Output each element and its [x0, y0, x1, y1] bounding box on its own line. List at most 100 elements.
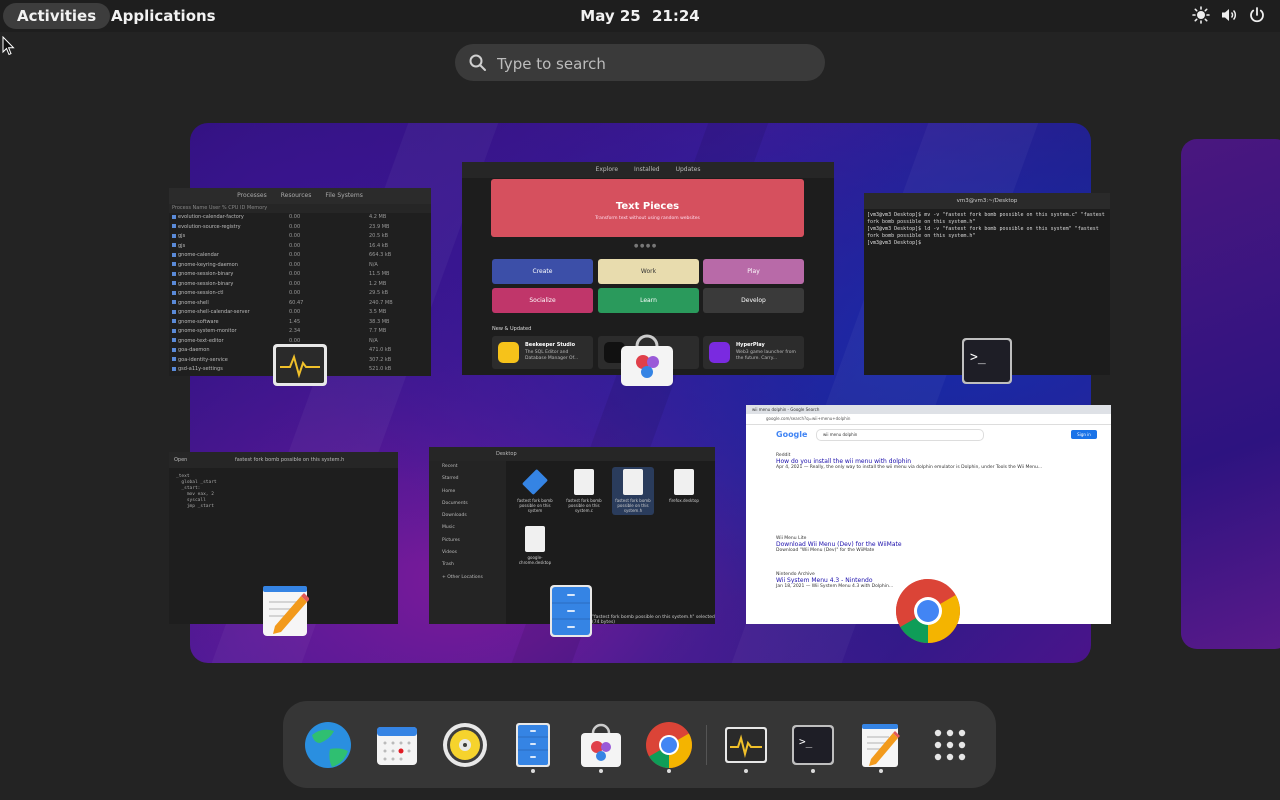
google-search-box[interactable]: wii menu dolphin — [816, 429, 984, 441]
sidebar-item[interactable]: Downloads — [429, 510, 506, 522]
tile-play[interactable]: Play — [703, 259, 804, 284]
sidebar-item[interactable]: Documents — [429, 498, 506, 510]
dash-terminal[interactable]: >_ — [789, 721, 837, 773]
process-name: gsd-a11y-settings — [178, 366, 223, 372]
file-item[interactable]: google-chrome.desktop — [514, 526, 556, 565]
carousel-dots: ● ● ● ● — [634, 243, 657, 249]
process-cpu: 0.00 — [289, 214, 301, 220]
dash-files[interactable] — [509, 721, 557, 773]
show-apps-icon — [934, 729, 966, 761]
process-row[interactable]: gnome-session-ctl 0.00 29.5 kB — [169, 289, 431, 299]
process-row[interactable]: evolution-calendar-factory 0.00 4.2 MB — [169, 213, 431, 223]
brightness-icon[interactable] — [1192, 6, 1210, 24]
tile-learn[interactable]: Learn — [598, 288, 699, 313]
process-row[interactable]: gnome-session-binary 0.00 1.2 MB — [169, 280, 431, 290]
dash-text-editor[interactable] — [857, 721, 905, 773]
process-row[interactable]: gjs 0.00 20.5 kB — [169, 232, 431, 242]
process-row[interactable]: evolution-source-registry 0.00 23.9 MB — [169, 223, 431, 233]
mouse-pointer-icon — [2, 36, 15, 56]
process-row[interactable]: gnome-session-binary 0.00 11.5 MB — [169, 270, 431, 280]
app-name: HyperPlay — [736, 342, 765, 348]
search-icon — [469, 54, 486, 71]
process-name: gnome-session-binary — [178, 280, 234, 287]
chrome-icon — [646, 722, 692, 768]
process-icon — [172, 214, 176, 219]
show-apps-button[interactable] — [926, 721, 974, 769]
tile-create[interactable]: Create — [492, 259, 593, 284]
document-content[interactable]: _text global _start _start: mov eax, 2 s… — [169, 468, 398, 516]
tile-develop[interactable]: Develop — [703, 288, 804, 313]
tab-explore[interactable]: Explore — [596, 162, 619, 178]
activities-button[interactable]: Activities — [3, 3, 111, 29]
process-row[interactable]: gnome-calendar 0.00 664.3 kB — [169, 251, 431, 261]
featured-banner[interactable]: Text Pieces Transform text without using… — [491, 179, 804, 237]
running-indicator — [744, 769, 748, 773]
process-row[interactable]: gnome-shell-calendar-server 0.00 3.5 MB — [169, 308, 431, 318]
sidebar-item[interactable]: Recent — [429, 461, 506, 473]
sidebar-item[interactable]: Trash — [429, 559, 506, 571]
search-result[interactable]: Wii Menu Lite Download Wii Menu (Dev) fo… — [776, 536, 1066, 554]
process-name: gnome-text-editor — [178, 337, 224, 344]
system-tray[interactable] — [1192, 6, 1266, 26]
search-bar[interactable] — [455, 44, 825, 83]
tab-updates[interactable]: Updates — [676, 162, 701, 178]
app-card-beekeeper[interactable]: Beekeeper Studio The SQL Editor and Data… — [492, 336, 593, 369]
process-icon — [172, 300, 176, 304]
dash-software[interactable] — [577, 721, 625, 773]
process-memory: 11.5 MB — [369, 271, 390, 277]
dash: >_ — [283, 701, 996, 788]
file-item[interactable]: fastest fork bomb possible on this syste… — [563, 469, 605, 513]
address-bar[interactable]: google.com/search?q=wii+menu+dolphin — [746, 414, 1111, 425]
process-memory: 3.5 MB — [369, 309, 387, 315]
file-name: google-chrome.desktop — [518, 555, 552, 565]
tab-file-systems[interactable]: File Systems — [325, 188, 362, 204]
text-file-icon — [623, 469, 643, 495]
sign-in-button[interactable]: Sign in — [1071, 430, 1097, 439]
path-bar[interactable]: Desktop — [496, 451, 517, 457]
dash-calendar[interactable] — [373, 721, 421, 769]
file-item[interactable]: firefox.desktop — [663, 469, 705, 503]
tab-resources[interactable]: Resources — [281, 188, 312, 204]
sidebar-item[interactable]: Music — [429, 522, 506, 534]
process-icon — [172, 338, 176, 342]
sidebar-item[interactable]: Starred — [429, 473, 506, 485]
applications-menu[interactable]: Applications — [97, 3, 230, 29]
process-row[interactable]: gnome-system-monitor 2.34 7.7 MB — [169, 327, 431, 337]
dash-chrome[interactable] — [645, 721, 693, 773]
process-row[interactable]: gjs 0.00 16.4 kB — [169, 242, 431, 252]
open-button[interactable]: Open — [174, 452, 187, 468]
search-input[interactable] — [495, 44, 809, 83]
tab-processes[interactable]: Processes — [237, 188, 267, 204]
power-icon[interactable] — [1248, 6, 1266, 24]
running-indicator — [531, 769, 535, 773]
desktop-file-icon — [525, 526, 545, 552]
terminal-output[interactable]: [vm3@vm3 Desktop]$ mv -v "fastest fork b… — [864, 209, 1110, 250]
dash-system-monitor[interactable] — [722, 721, 770, 773]
sidebar-item[interactable]: + Other Locations — [429, 572, 506, 584]
sidebar-item[interactable]: Home — [429, 486, 506, 498]
chrome-app-icon — [896, 579, 960, 643]
tab-installed[interactable]: Installed — [634, 162, 660, 178]
process-cpu: 0.00 — [289, 261, 301, 268]
process-cpu: 1.45 — [289, 318, 301, 325]
process-memory: 20.5 kB — [369, 233, 389, 239]
clock[interactable]: May 25 21:24 — [560, 3, 720, 29]
sidebar-item[interactable]: Pictures — [429, 535, 506, 547]
tile-work[interactable]: Work — [598, 259, 699, 284]
app-card-hyperplay[interactable]: HyperPlay Web3 game launcher from the fu… — [703, 336, 804, 369]
process-row[interactable]: gnome-shell 60.47 240.7 MB — [169, 299, 431, 309]
sidebar-item[interactable]: Videos — [429, 547, 506, 559]
process-row[interactable]: gnome-software 1.45 38.3 MB — [169, 318, 431, 328]
tile-socialize[interactable]: Socialize — [492, 288, 593, 313]
search-result[interactable]: Reddit How do you install the wii menu w… — [776, 453, 1066, 471]
volume-icon[interactable] — [1220, 6, 1238, 24]
file-item[interactable]: fastest fork bomb possible on this syste… — [514, 468, 556, 513]
google-logo[interactable]: Google — [776, 430, 807, 439]
file-item-selected[interactable]: fastest fork bomb possible on this syste… — [612, 467, 654, 515]
browser-tab[interactable]: wii menu dolphin - Google Search — [746, 405, 1111, 414]
dash-web-browser[interactable] — [304, 721, 352, 769]
process-row[interactable]: gnome-keyring-daemon 0.00 N/A — [169, 261, 431, 271]
workspace-2[interactable] — [1181, 139, 1280, 649]
process-memory: 7.7 MB — [369, 328, 387, 334]
dash-rhythmbox[interactable] — [441, 721, 489, 769]
